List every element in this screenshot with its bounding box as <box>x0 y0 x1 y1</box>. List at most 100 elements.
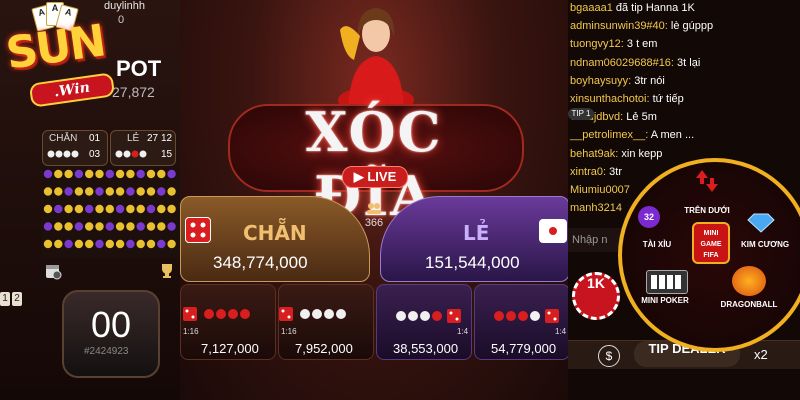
bead <box>54 239 63 249</box>
bead <box>74 204 84 214</box>
bead-combo-icon <box>396 309 461 323</box>
chat-username[interactable]: ndnam06029688#16: <box>570 57 674 69</box>
bead <box>105 204 114 214</box>
trophy-icon[interactable] <box>158 262 176 285</box>
chat-message: xinsunthachotoi: tứ tiếp <box>570 93 684 105</box>
chat-username[interactable]: behat9ak: <box>570 148 618 160</box>
bead <box>54 222 63 231</box>
bead <box>136 169 145 179</box>
chat-text: 3t lại <box>677 56 701 69</box>
le-stats-label: LẺ <box>127 133 140 144</box>
chat-username[interactable]: xinsunthachotoi: <box>570 93 650 105</box>
bead <box>167 169 176 179</box>
bead <box>64 169 73 179</box>
bead <box>54 187 63 196</box>
chat-username[interactable]: xintra0: <box>570 166 606 178</box>
mini-poker-icon[interactable] <box>646 270 688 294</box>
timer-value: 00 <box>90 304 132 345</box>
people-icon <box>367 203 381 214</box>
bead <box>136 239 145 249</box>
chat-message: adminsunwin39#40: lè gúppp <box>570 20 713 32</box>
chip-1k[interactable]: 1K <box>572 272 620 320</box>
page-1-button[interactable]: 1 <box>0 292 10 306</box>
bead <box>136 187 145 196</box>
bead <box>54 204 63 214</box>
le-stats: LẺ 27 12 15 <box>110 130 176 166</box>
bead <box>64 239 73 249</box>
chat-text: xin kepp <box>621 147 663 160</box>
tren-duoi-label[interactable]: TRÊN DƯỚI <box>672 206 742 215</box>
bead <box>146 187 156 196</box>
diamond-icon[interactable] <box>746 212 776 239</box>
chat-text: Lẻ 5m <box>626 111 657 124</box>
dragonball-label[interactable]: DRAGONBALL <box>714 300 784 309</box>
bead <box>74 222 84 231</box>
bet-chan-amount: 348,774,000 <box>213 253 308 272</box>
mini-poker-label[interactable]: MINI POKER <box>630 296 700 305</box>
bead <box>54 169 63 179</box>
tip-badge: TIP 1 <box>568 108 594 120</box>
bead <box>85 169 94 179</box>
chat-username[interactable]: __petrolimex__: <box>570 129 648 141</box>
bead <box>95 222 104 231</box>
bead-row-icon <box>47 150 79 158</box>
chat-username[interactable]: boyhaysuyy: <box>570 75 631 87</box>
chat-username[interactable]: manh3214 <box>570 202 622 214</box>
chan-stats-label: CHẴN <box>49 133 78 144</box>
sub-bet-amount: 7,952,000 <box>295 341 353 356</box>
sub-bet-4-red[interactable]: 1:16 7,127,000 <box>180 284 276 360</box>
dragonball-icon[interactable] <box>732 266 766 296</box>
chat-text: 3tr <box>609 165 622 178</box>
viewer-count-value: 366 <box>364 217 384 229</box>
sub-bet-amount: 7,127,000 <box>201 341 259 356</box>
tai-xiu-label[interactable]: TÀI XỈU <box>622 240 692 249</box>
bead-combo-icon <box>494 309 559 323</box>
bead <box>43 204 53 214</box>
chat-text: 3tr nói <box>634 74 665 87</box>
tren-duoi-icon[interactable] <box>694 168 720 199</box>
sub-bet-amount: 54,779,000 <box>491 341 557 356</box>
chat-username[interactable]: adminsunwin39#40: <box>570 20 668 32</box>
bead <box>126 187 135 196</box>
dollar-icon[interactable]: $ <box>598 345 620 367</box>
chat-username[interactable]: bgaaaa1 <box>570 2 613 14</box>
tai-xiu-badge: 32 <box>643 212 654 222</box>
viewer-count: 366 <box>358 202 390 229</box>
live-badge: ▶ LIVE <box>342 166 408 188</box>
mini-game-fifa-button[interactable]: MINI GAME FIFA <box>692 222 730 264</box>
bead <box>157 204 166 214</box>
sub-bet-3-white[interactable]: 1:4 38,553,000 <box>376 284 472 360</box>
chat-username[interactable]: tuongvy12: <box>570 38 624 50</box>
bead <box>105 187 114 196</box>
bead <box>136 222 145 231</box>
chat-message: __petrolimex__: A men ... <box>570 129 694 141</box>
bead <box>126 239 135 249</box>
bead <box>136 204 145 214</box>
bead <box>43 239 53 249</box>
bead <box>74 239 84 249</box>
bet-chan-button[interactable]: CHẴN 348,774,000 <box>180 196 370 282</box>
chat-message: xintra0: 3tr <box>570 166 622 178</box>
calendar-icon[interactable] <box>44 262 62 285</box>
kim-cuong-label[interactable]: KIM CƯƠNG <box>730 240 800 249</box>
chat-text: lè gúppp <box>670 20 714 33</box>
bead <box>146 239 156 249</box>
bead <box>105 169 114 179</box>
bead <box>126 222 135 231</box>
chan-count-top: 01 <box>89 133 101 144</box>
username: duylinhh <box>104 0 145 12</box>
sub-bet-3-red[interactable]: 1:4 54,779,000 <box>474 284 570 360</box>
bead <box>85 204 94 214</box>
bet-le-button[interactable]: LẺ 151,544,000 <box>380 196 570 282</box>
chat-message: tuongvy12: 3 t em <box>570 38 657 50</box>
multiplier[interactable]: x2 <box>754 347 768 362</box>
bead <box>157 169 166 179</box>
le-count: 27 <box>147 133 159 144</box>
dealer-avatar <box>336 0 416 114</box>
page-2-button[interactable]: 2 <box>12 292 22 306</box>
bead <box>157 239 166 249</box>
sub-bet-amount: 38,553,000 <box>393 341 459 356</box>
sub-bet-4-white[interactable]: 1:16 7,952,000 <box>278 284 374 360</box>
tai-xiu-icon[interactable]: 32 <box>638 206 660 228</box>
chat-username[interactable]: Miumiu0007 <box>570 184 630 196</box>
